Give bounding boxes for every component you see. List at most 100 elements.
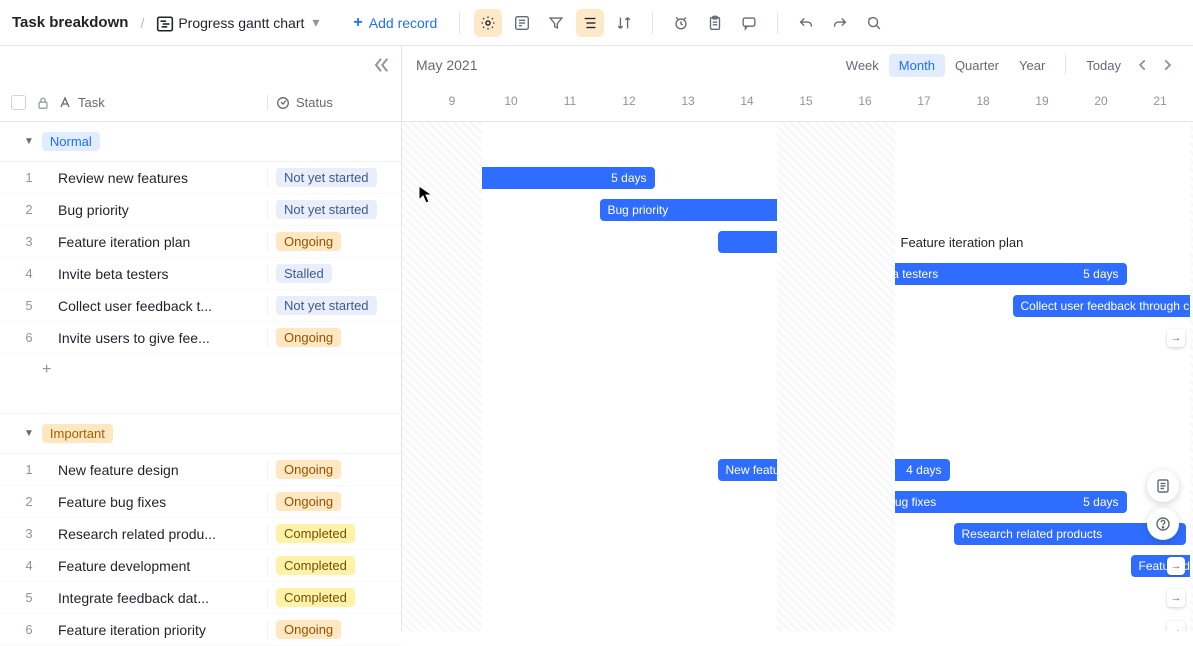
table-row[interactable]: 6Invite users to give fee...Ongoing <box>0 322 401 354</box>
group-header[interactable]: ▼Important <box>0 414 401 454</box>
table-row[interactable]: 5Collect user feedback t...Not yet start… <box>0 290 401 322</box>
right-panel: May 2021 Week Month Quarter Year Today 9… <box>402 46 1193 631</box>
bar-label: Research related products <box>962 527 1103 541</box>
bar-label: Collect user feedback through chann... <box>1021 299 1193 313</box>
day-label: 16 <box>858 94 871 108</box>
status-cell[interactable]: Not yet started <box>267 168 401 187</box>
bar-duration: 5 days <box>1083 267 1118 281</box>
table-row[interactable]: 5Integrate feedback dat...Completed <box>0 582 401 614</box>
plus-icon: + <box>353 14 362 32</box>
day-label: 9 <box>449 94 456 108</box>
status-cell[interactable]: Ongoing <box>267 492 401 511</box>
row-index: 1 <box>0 170 58 185</box>
today-button[interactable]: Today <box>1076 54 1131 77</box>
row-index: 6 <box>0 622 58 637</box>
chevron-down-icon: ▾ <box>312 14 319 31</box>
day-label: 20 <box>1094 94 1107 108</box>
caret-down-icon: ▼ <box>24 428 34 439</box>
task-name: Collect user feedback t... <box>58 298 267 314</box>
filter-button[interactable] <box>542 9 570 37</box>
gantt-view-icon <box>156 15 172 31</box>
reminder-button[interactable] <box>667 9 695 37</box>
table-row[interactable]: 2Bug priorityNot yet started <box>0 194 401 226</box>
table-row[interactable]: 4Invite beta testersStalled <box>0 258 401 290</box>
bar-duration: 5 days <box>611 171 646 185</box>
redo-button[interactable] <box>826 9 854 37</box>
add-record-label: Add record <box>369 15 437 31</box>
column-status-label: Status <box>296 95 333 110</box>
status-pill: Ongoing <box>276 620 341 639</box>
left-rows: ▼Normal1Review new featuresNot yet start… <box>0 122 401 646</box>
status-cell[interactable]: Completed <box>267 524 401 543</box>
column-task-label: Task <box>78 95 105 110</box>
next-button[interactable] <box>1155 53 1179 77</box>
bar-overflow-right-icon[interactable]: → <box>1167 557 1185 575</box>
status-cell[interactable]: Not yet started <box>267 296 401 315</box>
table-row[interactable]: 2Feature bug fixes Ongoing <box>0 486 401 518</box>
zoom-month[interactable]: Month <box>889 54 945 77</box>
table-row[interactable]: 4Feature developmentCompleted <box>0 550 401 582</box>
row-index: 2 <box>0 494 58 509</box>
task-name: Feature iteration plan <box>58 234 267 250</box>
toolbar: Task breakdown / Progress gantt chart ▾ … <box>0 0 1193 46</box>
zoom-quarter[interactable]: Quarter <box>945 54 1009 77</box>
add-record-button[interactable]: + Add record <box>345 10 445 36</box>
task-name: Review new features <box>58 170 267 186</box>
bar-duration: 4 days <box>906 463 941 477</box>
status-pill: Not yet started <box>276 296 377 315</box>
bar-overflow-right-icon[interactable]: → <box>1167 329 1185 347</box>
status-pill: Ongoing <box>276 460 341 479</box>
field-config-button[interactable] <box>508 9 536 37</box>
divider <box>777 12 778 34</box>
column-task-header[interactable]: Task <box>58 95 267 110</box>
status-cell[interactable]: Ongoing <box>267 328 401 347</box>
table-row[interactable]: 3Feature iteration planOngoing <box>0 226 401 258</box>
status-pill: Completed <box>276 588 355 607</box>
status-pill: Ongoing <box>276 492 341 511</box>
status-pill: Not yet started <box>276 168 377 187</box>
gantt-bar[interactable]: Collect user feedback through chann...5 … <box>1013 295 1193 317</box>
status-cell[interactable]: Stalled <box>267 264 401 283</box>
column-status-header[interactable]: Status <box>267 95 401 110</box>
row-index: 1 <box>0 462 58 477</box>
table-row[interactable]: 6Feature iteration priorityOngoing <box>0 614 401 646</box>
day-label: 12 <box>622 94 635 108</box>
status-cell[interactable]: Completed <box>267 588 401 607</box>
settings-button[interactable] <box>474 9 502 37</box>
bar-label: Bug priority <box>608 203 669 217</box>
prev-button[interactable] <box>1131 53 1155 77</box>
search-button[interactable] <box>860 9 888 37</box>
undo-button[interactable] <box>792 9 820 37</box>
status-cell[interactable]: Ongoing <box>267 232 401 251</box>
row-overflow-right-icon[interactable]: → <box>1167 621 1185 631</box>
zoom-week[interactable]: Week <box>836 54 889 77</box>
select-all-checkbox[interactable] <box>0 95 36 110</box>
breadcrumb-root[interactable]: Task breakdown <box>12 14 128 31</box>
status-cell[interactable]: Ongoing <box>267 460 401 479</box>
status-pill: Ongoing <box>276 328 341 347</box>
status-cell[interactable]: Completed <box>267 556 401 575</box>
task-name: Feature bug fixes <box>58 494 267 510</box>
table-row[interactable]: 3Research related produ...Completed <box>0 518 401 550</box>
group-button[interactable] <box>576 9 604 37</box>
floating-help-button[interactable] <box>1147 508 1179 540</box>
floating-doc-button[interactable] <box>1147 470 1179 502</box>
view-selector[interactable]: Progress gantt chart ▾ <box>156 14 319 31</box>
sort-button[interactable] <box>610 9 638 37</box>
row-overflow-right-icon[interactable]: → <box>1167 589 1185 607</box>
right-header: May 2021 Week Month Quarter Year Today <box>402 46 1193 84</box>
status-pill: Stalled <box>276 264 332 283</box>
zoom-year[interactable]: Year <box>1009 54 1055 77</box>
add-row-button[interactable]: + <box>0 354 401 386</box>
status-cell[interactable]: Ongoing <box>267 620 401 639</box>
comment-button[interactable] <box>735 9 763 37</box>
bar-label-outside: Feature iteration plan <box>901 235 1024 250</box>
table-row[interactable]: 1Review new features Not yet started <box>0 162 401 194</box>
clipboard-button[interactable] <box>701 9 729 37</box>
table-row[interactable]: 1New feature designOngoing <box>0 454 401 486</box>
group-header[interactable]: ▼Normal <box>0 122 401 162</box>
status-cell[interactable]: Not yet started <box>267 200 401 219</box>
collapse-panel-icon[interactable] <box>371 55 391 75</box>
status-pill: Not yet started <box>276 200 377 219</box>
day-label: 11 <box>564 94 576 108</box>
